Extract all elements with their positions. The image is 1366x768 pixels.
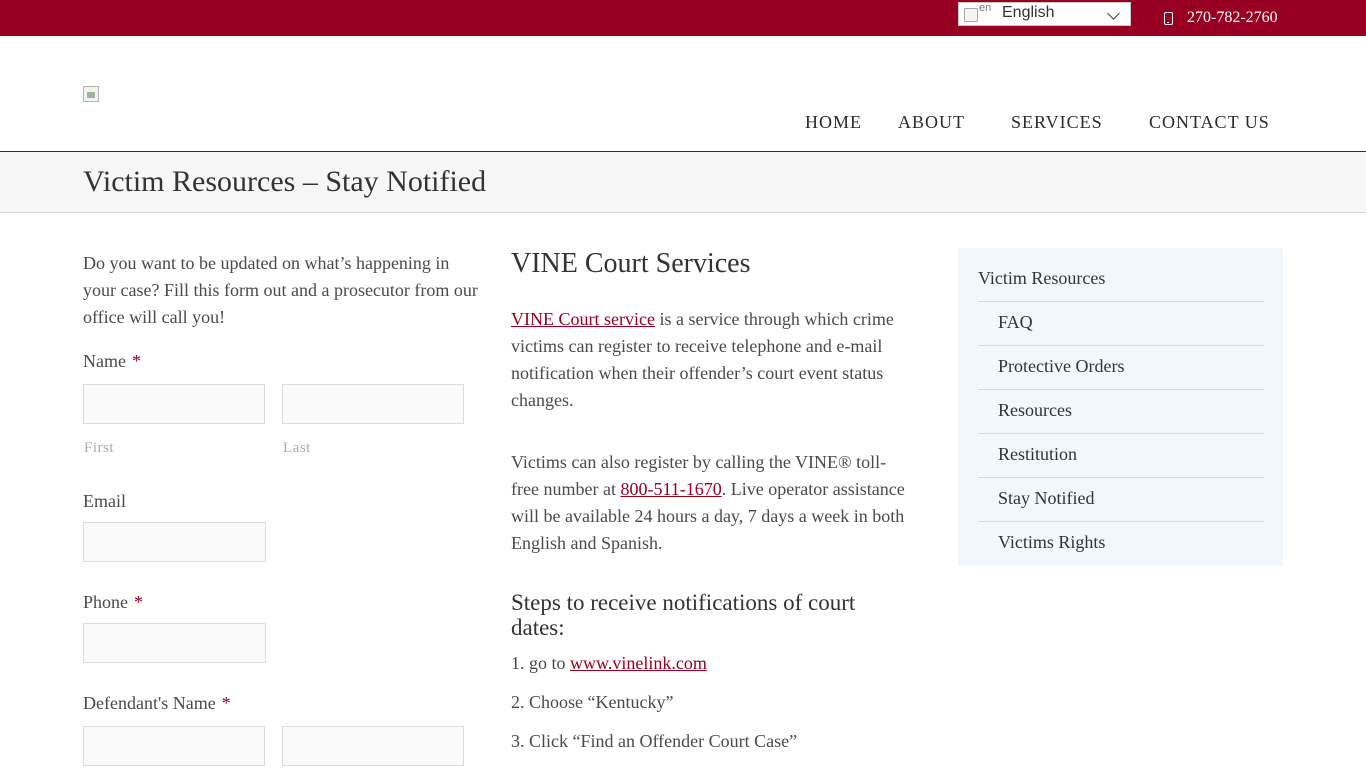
vine-description: VINE Court service is a service through … xyxy=(511,309,894,410)
vine-heading: VINE Court Services xyxy=(511,248,751,279)
form-intro: Do you want to be updated on what’s happ… xyxy=(83,253,478,327)
required-marker: * xyxy=(221,693,231,713)
nav-home[interactable]: HOME xyxy=(805,112,862,133)
phone-input[interactable] xyxy=(83,623,266,663)
first-sublabel: First xyxy=(84,440,115,456)
sidebar-menu: Victim Resources FAQ Protective Orders R… xyxy=(958,248,1283,566)
site-logo-broken-image[interactable] xyxy=(83,86,99,102)
name-label: Name * xyxy=(83,351,141,371)
phone-number: 270-782-2760 xyxy=(1187,9,1278,26)
step-1: 1. go to www.vinelink.com xyxy=(511,653,707,673)
nav-about[interactable]: ABOUT xyxy=(898,112,965,133)
sidebar-item-restitution: Restitution xyxy=(978,433,1264,477)
vine-phone-paragraph: Victims can also register by calling the… xyxy=(511,452,905,553)
sidebar-item-stay-notified: Stay Notified xyxy=(978,477,1264,521)
defendant-last-name-input[interactable] xyxy=(282,726,464,766)
flag-icon: en xyxy=(964,2,998,22)
defendant-first-name-input[interactable] xyxy=(83,726,265,766)
step-2: 2. Choose “Kentucky” xyxy=(511,692,674,712)
sidebar-item-victims-rights: Victims Rights xyxy=(978,521,1264,565)
required-marker: * xyxy=(131,351,141,371)
flag-alt-text: en xyxy=(979,2,992,14)
header-phone[interactable]: 270-782-2760 xyxy=(1164,9,1278,27)
main-nav: HOME ABOUT SERVICES CONTACT US xyxy=(0,112,1366,136)
language-selector[interactable]: en English xyxy=(958,2,1131,26)
mobile-phone-icon xyxy=(1164,11,1173,25)
vine-phone-link[interactable]: 800-511-1670 xyxy=(620,479,721,499)
last-sublabel: Last xyxy=(283,440,311,456)
top-bar: en English 270-782-2760 xyxy=(0,0,1366,36)
required-marker: * xyxy=(134,592,143,612)
chevron-down-icon xyxy=(1107,7,1120,20)
email-input[interactable] xyxy=(83,522,266,562)
sidebar-item-victim-resources[interactable]: Victim Resources xyxy=(978,268,1105,289)
vine-court-service-link[interactable]: VINE Court service xyxy=(511,309,655,329)
email-label: Email xyxy=(83,491,126,511)
page-title-bar: Victim Resources – Stay Notified xyxy=(0,151,1366,213)
language-label: English xyxy=(1002,4,1055,21)
page-title: Victim Resources – Stay Notified xyxy=(83,165,487,198)
first-name-input[interactable] xyxy=(83,384,265,424)
sidebar-item-resources: Resources xyxy=(978,389,1264,433)
vinelink-link[interactable]: www.vinelink.com xyxy=(570,653,707,673)
sidebar-item-protective-orders: Protective Orders xyxy=(978,345,1264,389)
nav-contact-us[interactable]: CONTACT US xyxy=(1149,112,1270,133)
nav-services[interactable]: SERVICES xyxy=(1011,112,1103,133)
phone-label: Phone * xyxy=(83,592,143,612)
defendant-name-label: Defendant's Name * xyxy=(83,693,231,713)
sidebar-item-faq: FAQ xyxy=(978,301,1264,345)
last-name-input[interactable] xyxy=(282,384,464,424)
step-3: 3. Click “Find an Offender Court Case” xyxy=(511,731,798,751)
steps-heading: Steps to receive notifications of court … xyxy=(511,590,856,640)
